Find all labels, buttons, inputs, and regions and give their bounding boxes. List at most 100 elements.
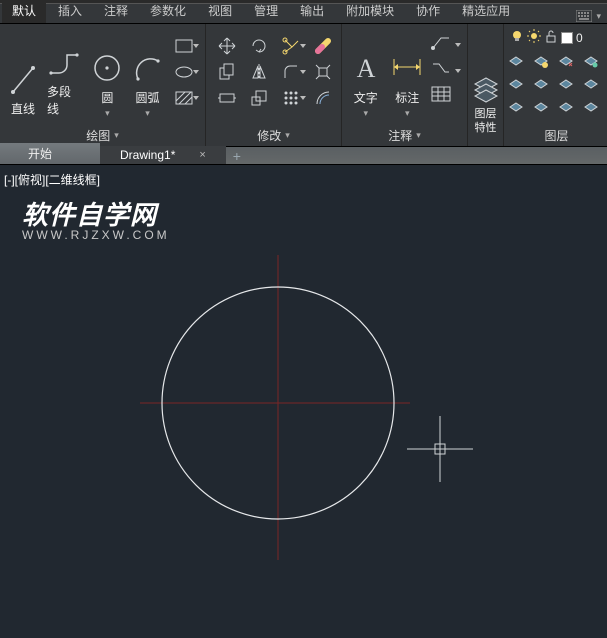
tab-output[interactable]: 输出 xyxy=(290,0,334,23)
tool-line-label: 直线 xyxy=(11,100,35,117)
lock-open-icon[interactable] xyxy=(544,29,558,46)
doc-tab-label: Drawing1* xyxy=(120,148,175,162)
tab-parametric[interactable]: 参数化 xyxy=(140,0,196,23)
layer-tool-1[interactable] xyxy=(508,55,530,75)
table-icon xyxy=(431,86,451,102)
tool-explode[interactable] xyxy=(308,60,338,84)
leader-icon xyxy=(431,34,451,50)
ellipse-icon xyxy=(175,65,193,79)
dimension-icon xyxy=(390,51,424,85)
arc-icon xyxy=(132,51,162,85)
line-icon xyxy=(9,62,37,96)
polyline-icon xyxy=(47,45,81,79)
panel-layers: 0 图层 xyxy=(504,24,607,146)
tool-stretch[interactable] xyxy=(212,86,242,110)
layer-tool-3[interactable] xyxy=(558,55,580,75)
tab-manage[interactable]: 管理 xyxy=(244,0,288,23)
drawing-svg xyxy=(0,165,607,638)
layer-tool-4[interactable] xyxy=(583,55,605,75)
layer-tool-11[interactable] xyxy=(558,101,580,121)
svg-text:A: A xyxy=(356,54,375,83)
explode-icon xyxy=(314,63,332,81)
chevron-down-icon: ▾ xyxy=(114,130,119,141)
tool-array[interactable] xyxy=(276,86,306,110)
text-icon: A xyxy=(351,51,381,85)
tool-rectangle[interactable] xyxy=(169,34,199,58)
tool-dimension-label: 标注 xyxy=(395,89,419,106)
tool-mirror[interactable] xyxy=(244,60,274,84)
tool-erase[interactable] xyxy=(308,34,338,58)
layer-color-swatch[interactable] xyxy=(561,32,573,44)
tool-hatch[interactable] xyxy=(169,86,199,110)
new-tab-button[interactable]: + xyxy=(226,148,248,164)
tool-move[interactable] xyxy=(212,34,242,58)
document-tabs: 开始 Drawing1* × + xyxy=(0,147,607,165)
tool-leader[interactable] xyxy=(431,34,461,56)
tab-addins[interactable]: 附加模块 xyxy=(336,0,404,23)
close-tab-icon[interactable]: × xyxy=(199,149,205,161)
tool-mleader[interactable] xyxy=(431,60,461,82)
tool-offset[interactable] xyxy=(308,86,338,110)
layer-tool-2[interactable] xyxy=(533,55,555,75)
tool-rotate[interactable] xyxy=(244,34,274,58)
layer-tool-10[interactable] xyxy=(533,101,555,121)
tab-collaborate[interactable]: 协作 xyxy=(406,0,450,23)
layer-tool-8[interactable] xyxy=(583,78,605,98)
tool-text[interactable]: A 文字 ▾ xyxy=(348,28,384,121)
mleader-icon xyxy=(431,60,451,76)
tool-ellipse[interactable] xyxy=(169,60,199,84)
tab-default[interactable]: 默认 xyxy=(2,0,46,23)
layer-tool-12[interactable] xyxy=(583,101,605,121)
tool-fillet[interactable] xyxy=(276,60,306,84)
tool-polyline[interactable]: 多段线 xyxy=(44,28,85,121)
doc-tab-drawing1[interactable]: Drawing1* × xyxy=(100,146,226,164)
chevron-down-icon: ▾ xyxy=(285,130,290,141)
circle-icon xyxy=(91,51,123,85)
offset-icon xyxy=(314,89,332,107)
erase-icon xyxy=(314,37,332,55)
panel-annotation: A 文字 ▾ 标注 ▾ 注释▾ xyxy=(342,24,468,146)
tab-annotate[interactable]: 注释 xyxy=(94,0,138,23)
copy-icon xyxy=(218,63,236,81)
layer-tool-5[interactable] xyxy=(508,78,530,98)
layer-tool-7[interactable] xyxy=(558,78,580,98)
tool-arc[interactable]: 圆弧 ▾ xyxy=(130,28,165,121)
tool-table[interactable] xyxy=(431,86,461,108)
layer-tool-6[interactable] xyxy=(533,78,555,98)
ribbon-tabs: 默认 插入 注释 参数化 视图 管理 输出 附加模块 协作 精选应用 ▾ xyxy=(0,4,607,24)
rotate-icon xyxy=(250,37,268,55)
tool-text-label: 文字 xyxy=(354,89,378,106)
panel-layers-title[interactable]: 图层 xyxy=(508,125,605,146)
tab-featured[interactable]: 精选应用 xyxy=(452,0,520,23)
panel-modify: 修改▾ xyxy=(206,24,342,146)
layers-icon xyxy=(473,75,499,105)
doc-tab-start[interactable]: 开始 xyxy=(0,143,100,164)
panel-draw: 直线 多段线 圆 ▾ 圆弧 ▾ 绘图▾ xyxy=(0,24,206,146)
layer-counter: 0 xyxy=(576,31,583,45)
rectangle-icon xyxy=(175,39,193,53)
ribbon: 直线 多段线 圆 ▾ 圆弧 ▾ 绘图▾ xyxy=(0,24,607,147)
array-icon xyxy=(282,89,300,107)
stretch-icon xyxy=(218,89,236,107)
tool-dimension[interactable]: 标注 ▾ xyxy=(388,28,427,121)
hatch-icon xyxy=(175,91,193,105)
tool-copy[interactable] xyxy=(212,60,242,84)
tab-insert[interactable]: 插入 xyxy=(48,0,92,23)
panel-modify-title[interactable]: 修改▾ xyxy=(212,125,335,146)
tool-arc-label: 圆弧 xyxy=(135,89,159,106)
panel-layerprops: 图层 特性 xyxy=(468,24,504,146)
layer-tool-9[interactable] xyxy=(508,101,530,121)
tool-circle[interactable]: 圆 ▾ xyxy=(89,28,126,121)
tool-layerprops-label1: 图层 xyxy=(475,109,497,120)
panel-annotation-title[interactable]: 注释▾ xyxy=(348,125,461,146)
tab-view[interactable]: 视图 xyxy=(198,0,242,23)
bulb-on-icon[interactable] xyxy=(510,29,524,46)
tool-line[interactable]: 直线 xyxy=(6,28,40,121)
tool-scale[interactable] xyxy=(244,86,274,110)
trim-icon xyxy=(282,37,300,55)
drawing-canvas[interactable]: [-][俯视][二维线框] 软件自学网 WWW.RJZXW.COM xyxy=(0,165,607,638)
tool-trim[interactable] xyxy=(276,34,306,58)
move-icon xyxy=(218,37,236,55)
tool-layer-properties[interactable]: 图层 特性 xyxy=(470,28,501,138)
sun-icon[interactable] xyxy=(527,29,541,46)
